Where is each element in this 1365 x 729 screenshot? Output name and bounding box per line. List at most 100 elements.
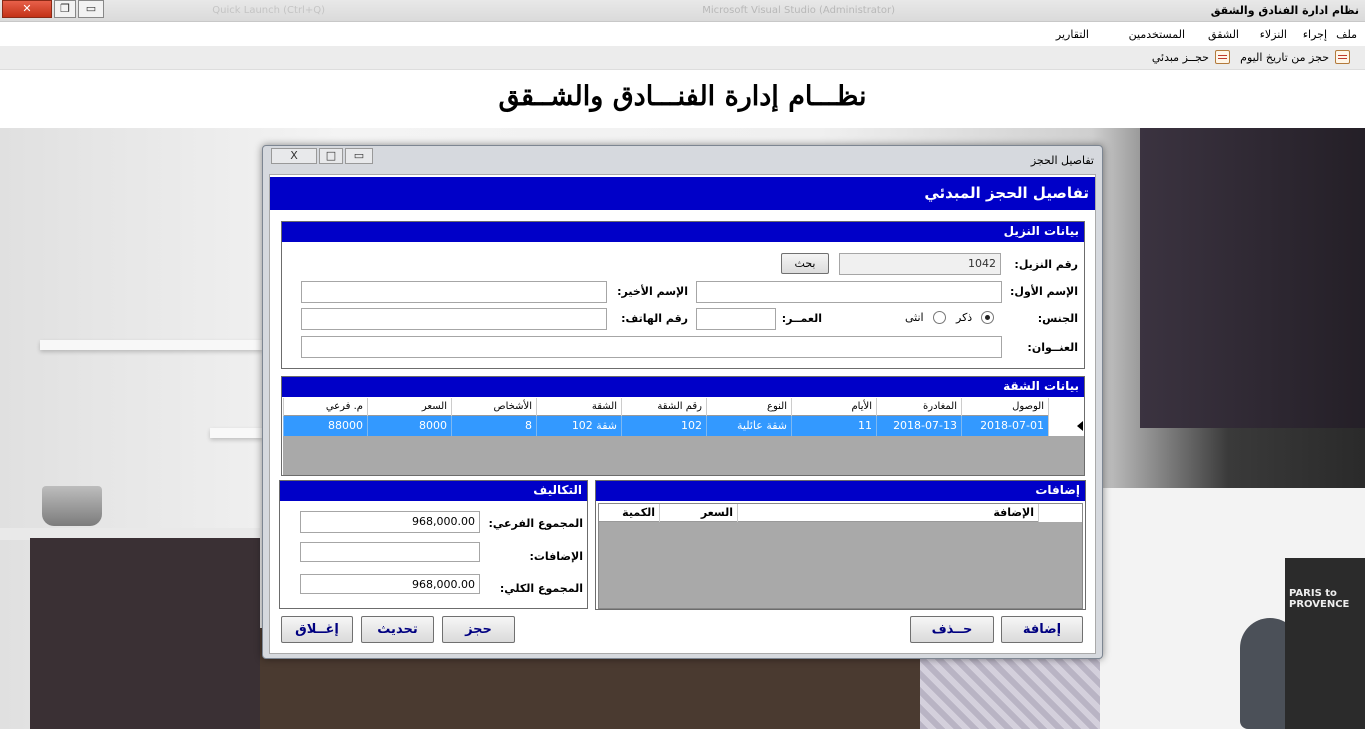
restore-window-button[interactable]: ❐ (54, 0, 76, 18)
grid-header: الوصول المغادرة الأيام النوع رقم الشقة ا… (283, 398, 1084, 416)
toolbar: حجز من تاريخ اليوم حجــز مبدئي (0, 46, 1365, 70)
bg-pot (42, 486, 102, 526)
title-bar: ✕ ❐ ▭ Quick Launch (Ctrl+Q) Microsoft Vi… (0, 0, 1365, 22)
booking-details-dialog: X □ ▭ تفاصيل الحجز تفاصيل الحجز المبدئي … (262, 145, 1103, 659)
initial-booking-button[interactable]: حجــز مبدئي (1152, 51, 1209, 64)
total-label: المجموع الكلي: (499, 582, 583, 595)
gender-label: الجنس: (1037, 312, 1078, 325)
guest-data-heading: بيانات النزيل (282, 222, 1084, 242)
bg-shelf (40, 340, 262, 350)
col-header-extra-price[interactable]: السعر (659, 504, 737, 522)
dialog-title: تفاصيل الحجز (1030, 154, 1094, 167)
col-header-days[interactable]: الأيام (791, 398, 876, 416)
cell-apartment[interactable]: شقة 102 (536, 416, 621, 436)
col-header-apartment[interactable]: الشقة (536, 398, 621, 416)
calendar-icon (1215, 50, 1230, 64)
cell-arrival[interactable]: 2018-07-01 (961, 416, 1048, 436)
dialog-close-button[interactable]: X (271, 148, 317, 164)
extras-total-field[interactable] (300, 542, 480, 562)
apartment-data-heading: بيانات الشقة (282, 377, 1084, 397)
guest-no-field[interactable]: 1042 (839, 253, 1001, 275)
apartment-data-group: بيانات الشقة الوصول المغادرة الأيام النو… (281, 376, 1085, 476)
extras-heading: إضافات (596, 481, 1085, 501)
last-name-label: الإسم الأخير: (617, 285, 688, 298)
menu-item-action[interactable]: إجراء (1303, 28, 1327, 41)
bg-dark-cabinet (1140, 128, 1365, 428)
address-label: العنــوان: (1027, 341, 1078, 354)
col-header-apartment-no[interactable]: رقم الشقة (621, 398, 706, 416)
dialog-restore-button[interactable]: □ (319, 148, 343, 164)
male-radio[interactable] (981, 311, 994, 324)
app-window: ✕ ❐ ▭ Quick Launch (Ctrl+Q) Microsoft Vi… (0, 0, 1365, 729)
age-label: العمــر: (781, 312, 822, 325)
ghost-quick-launch: Quick Launch (Ctrl+Q) (212, 5, 325, 16)
subtotal-field[interactable]: 968,000.00 (300, 511, 480, 533)
bg-book: PARIS to PROVENCE (1285, 558, 1365, 729)
extras-group: إضافات الإضافة السعر الكمية (595, 480, 1086, 610)
last-name-input[interactable] (301, 281, 607, 303)
guest-data-group: بيانات النزيل رقم النزيل: 1042 بحث الإسم… (281, 221, 1085, 369)
cell-price[interactable]: 8000 (367, 416, 451, 436)
extras-total-label: الإضافات: (529, 550, 583, 563)
close-window-button[interactable]: ✕ (2, 0, 52, 18)
menu-bar: ملف إجراء النزلاء الشقق المستخدمين التقا… (0, 24, 1365, 46)
col-header-subtotal[interactable]: م. فرعي (283, 398, 367, 416)
row-header-cell (1038, 504, 1082, 522)
close-button[interactable]: إغــلاق (281, 616, 353, 643)
delete-button[interactable]: حــذف (910, 616, 994, 643)
first-name-input[interactable] (696, 281, 1002, 303)
dialog-body: تفاصيل الحجز المبدئي بيانات النزيل رقم ا… (269, 174, 1096, 654)
costs-heading: التكاليف (280, 481, 587, 501)
bg-cabinet (30, 538, 260, 729)
col-header-persons[interactable]: الأشخاص (451, 398, 536, 416)
row-header-cell (1048, 398, 1084, 416)
book-button[interactable]: حجز (442, 616, 515, 643)
bg-rug (920, 658, 1120, 729)
bg-shelf (210, 428, 262, 438)
female-radio[interactable] (933, 311, 946, 324)
ghost-title-text: Microsoft Visual Studio (Administrator) (702, 5, 895, 16)
add-button[interactable]: إضافة (1001, 616, 1083, 643)
dialog-banner: تفاصيل الحجز المبدئي (270, 177, 1095, 210)
menu-item-file[interactable]: ملف (1336, 28, 1357, 41)
costs-group: التكاليف المجموع الفرعي: 968,000.00 الإض… (279, 480, 588, 609)
cell-persons[interactable]: 8 (451, 416, 536, 436)
phone-label: رقم الهاتف: (621, 312, 688, 325)
update-button[interactable]: تحديث (361, 616, 434, 643)
window-title: نظام ادارة الفنادق والشقق (1210, 4, 1359, 17)
guest-no-label: رقم النزيل: (1014, 258, 1078, 271)
menu-item-guests[interactable]: النزلاء (1260, 28, 1287, 41)
col-header-price[interactable]: السعر (367, 398, 451, 416)
dialog-minimize-button[interactable]: ▭ (345, 148, 373, 164)
cell-departure[interactable]: 2018-07-13 (876, 416, 961, 436)
apartment-grid[interactable]: الوصول المغادرة الأيام النوع رقم الشقة ا… (283, 398, 1084, 475)
search-button[interactable]: بحث (781, 253, 829, 274)
col-header-quantity[interactable]: الكمية (599, 504, 659, 522)
extras-grid[interactable]: الإضافة السعر الكمية (598, 503, 1083, 609)
total-field[interactable]: 968,000.00 (300, 574, 480, 594)
col-header-type[interactable]: النوع (706, 398, 791, 416)
menu-item-users[interactable]: المستخدمين (1129, 28, 1185, 41)
address-input[interactable] (301, 336, 1002, 358)
first-name-label: الإسم الأول: (1010, 285, 1078, 298)
col-header-extra[interactable]: الإضافة (737, 504, 1038, 522)
menu-item-reports[interactable]: التقارير (1056, 28, 1089, 41)
phone-input[interactable] (301, 308, 607, 330)
table-row[interactable]: 2018-07-01 2018-07-13 11 شقة عائلية 102 … (283, 416, 1084, 436)
minimize-window-button[interactable]: ▭ (78, 0, 104, 18)
age-input[interactable] (696, 308, 776, 330)
female-label: انثى (905, 311, 924, 324)
cell-apartment-no[interactable]: 102 (621, 416, 706, 436)
app-heading: نظـــام إدارة الفنـــادق والشــقق (498, 81, 867, 112)
row-selector[interactable] (1048, 416, 1084, 436)
cell-subtotal[interactable]: 88000 (283, 416, 367, 436)
calendar-icon (1335, 50, 1350, 64)
cell-days[interactable]: 11 (791, 416, 876, 436)
grid-header: الإضافة السعر الكمية (599, 504, 1082, 522)
menu-item-apartments[interactable]: الشقق (1208, 28, 1239, 41)
col-header-arrival[interactable]: الوصول (961, 398, 1048, 416)
today-booking-button[interactable]: حجز من تاريخ اليوم (1240, 51, 1329, 64)
col-header-departure[interactable]: المغادرة (876, 398, 961, 416)
app-header: نظـــام إدارة الفنـــادق والشــقق (0, 71, 1365, 128)
cell-type[interactable]: شقة عائلية (706, 416, 791, 436)
